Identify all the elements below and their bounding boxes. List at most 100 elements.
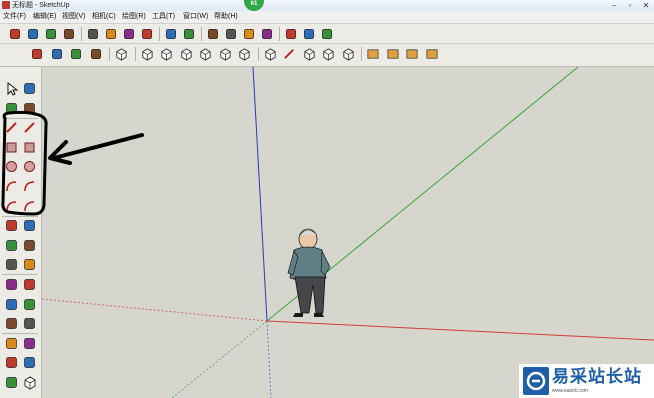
menu-edit[interactable]: 编辑(E) xyxy=(33,11,56,23)
window-title: 无标题 - SketchUp xyxy=(12,2,70,9)
move-icon[interactable] xyxy=(4,218,19,233)
sketchup-app-icon xyxy=(2,1,10,9)
scale-figure[interactable] xyxy=(287,228,331,317)
protractor-icon[interactable] xyxy=(4,297,19,312)
erase-icon[interactable] xyxy=(140,27,154,41)
rotate-icon[interactable] xyxy=(4,238,19,253)
left-view-icon[interactable] xyxy=(218,47,232,61)
zoom-extents-icon[interactable] xyxy=(4,375,19,390)
menu-help[interactable]: 帮助(H) xyxy=(214,11,238,23)
blue-axis xyxy=(252,67,268,322)
push-pull-icon[interactable] xyxy=(22,218,37,233)
offset-icon[interactable] xyxy=(22,257,37,272)
share-icon[interactable] xyxy=(302,27,316,41)
section-fill-icon[interactable] xyxy=(425,47,439,61)
shaded-texture-icon[interactable] xyxy=(321,47,335,61)
zoom-icon[interactable] xyxy=(69,47,83,61)
pan-icon[interactable] xyxy=(50,47,64,61)
red-axis-negative xyxy=(42,298,268,322)
pan-icon[interactable] xyxy=(22,336,37,351)
print-icon[interactable] xyxy=(206,27,220,41)
rectangle-icon[interactable] xyxy=(4,140,19,155)
rotated-rectangle-icon[interactable] xyxy=(22,140,37,155)
zoom-window-icon[interactable] xyxy=(22,355,37,370)
right-view-icon[interactable] xyxy=(179,47,193,61)
previous-view-icon[interactable] xyxy=(22,375,37,390)
model-info-icon[interactable] xyxy=(224,27,238,41)
toolbar-separator xyxy=(201,27,202,41)
cut-icon[interactable] xyxy=(86,27,100,41)
component-icon[interactable] xyxy=(22,81,37,96)
green-axis-negative xyxy=(171,320,268,398)
iso-view-icon[interactable] xyxy=(114,47,128,61)
save-icon[interactable] xyxy=(44,27,58,41)
orbit-icon[interactable] xyxy=(4,336,19,351)
close-icon[interactable]: ✕ xyxy=(638,0,654,11)
component-icon[interactable] xyxy=(242,27,256,41)
menu-window[interactable]: 窗口(W) xyxy=(183,11,208,23)
orbit-icon[interactable] xyxy=(30,47,44,61)
xray-icon[interactable] xyxy=(237,47,251,61)
select-icon[interactable] xyxy=(4,81,19,96)
warehouse-icon[interactable] xyxy=(284,27,298,41)
copy-icon[interactable] xyxy=(104,27,118,41)
back-view-icon[interactable] xyxy=(198,47,212,61)
drawing-viewport[interactable] xyxy=(42,67,654,398)
line-icon[interactable] xyxy=(4,120,19,135)
eraser-icon[interactable] xyxy=(22,101,37,116)
maximize-icon[interactable]: ▫ xyxy=(622,0,638,11)
menu-tools[interactable]: 工具(T) xyxy=(152,11,175,23)
paste-icon[interactable] xyxy=(122,27,136,41)
toolbar-separator xyxy=(159,27,160,41)
freehand-icon[interactable] xyxy=(22,120,37,135)
save-copy-icon[interactable] xyxy=(62,27,76,41)
paint-bucket-icon[interactable] xyxy=(4,101,19,116)
shaded-icon[interactable] xyxy=(302,47,316,61)
polygon-icon[interactable] xyxy=(22,159,37,174)
blue-axis-negative xyxy=(266,320,272,398)
dimension-icon[interactable] xyxy=(22,277,37,292)
undo-icon[interactable] xyxy=(164,27,178,41)
circle-icon[interactable] xyxy=(4,159,19,174)
pie-icon[interactable] xyxy=(22,199,37,214)
menu-draw[interactable]: 绘图(R) xyxy=(122,11,146,23)
axes-canvas xyxy=(42,67,654,398)
section-plane-icon[interactable] xyxy=(366,47,380,61)
toolbar-separator xyxy=(257,47,259,61)
front-view-icon[interactable] xyxy=(159,47,173,61)
menu-file[interactable]: 文件(F) xyxy=(3,11,26,23)
views-toolbar xyxy=(0,44,654,67)
new-file-icon[interactable] xyxy=(8,27,22,41)
3d-text-icon[interactable] xyxy=(22,316,37,331)
section-display-icon[interactable] xyxy=(386,47,400,61)
zoom-extents-icon[interactable] xyxy=(89,47,103,61)
tape-measure-icon[interactable] xyxy=(4,277,19,292)
open-file-icon[interactable] xyxy=(26,27,40,41)
extension-icon[interactable] xyxy=(320,27,334,41)
zoom-icon[interactable] xyxy=(4,355,19,370)
toolbar-separator xyxy=(279,27,280,41)
paint-icon[interactable] xyxy=(260,27,274,41)
arc-icon[interactable] xyxy=(4,179,19,194)
minimize-icon[interactable]: – xyxy=(606,0,622,11)
section-cut-icon[interactable] xyxy=(405,47,419,61)
toolbar-separator xyxy=(81,27,82,41)
follow-me-icon[interactable] xyxy=(22,238,37,253)
axes-icon[interactable] xyxy=(4,316,19,331)
text-icon[interactable] xyxy=(22,297,37,312)
hidden-line-icon[interactable] xyxy=(282,47,296,61)
monochrome-icon[interactable] xyxy=(341,47,355,61)
top-view-icon[interactable] xyxy=(140,47,154,61)
menu-view[interactable]: 视图(V) xyxy=(62,11,85,23)
menu-camera[interactable]: 相机(C) xyxy=(92,11,116,23)
toolbar-separator xyxy=(361,47,362,61)
wireframe-icon[interactable] xyxy=(263,47,277,61)
watermark: 易采站长站 www.easck.com xyxy=(519,364,654,398)
scale-icon[interactable] xyxy=(4,257,19,272)
large-tool-set xyxy=(0,67,42,398)
standard-toolbar xyxy=(0,24,654,44)
tool-separator xyxy=(2,333,38,335)
two-point-arc-icon[interactable] xyxy=(22,179,37,194)
three-point-arc-icon[interactable] xyxy=(4,199,19,214)
redo-icon[interactable] xyxy=(182,27,196,41)
